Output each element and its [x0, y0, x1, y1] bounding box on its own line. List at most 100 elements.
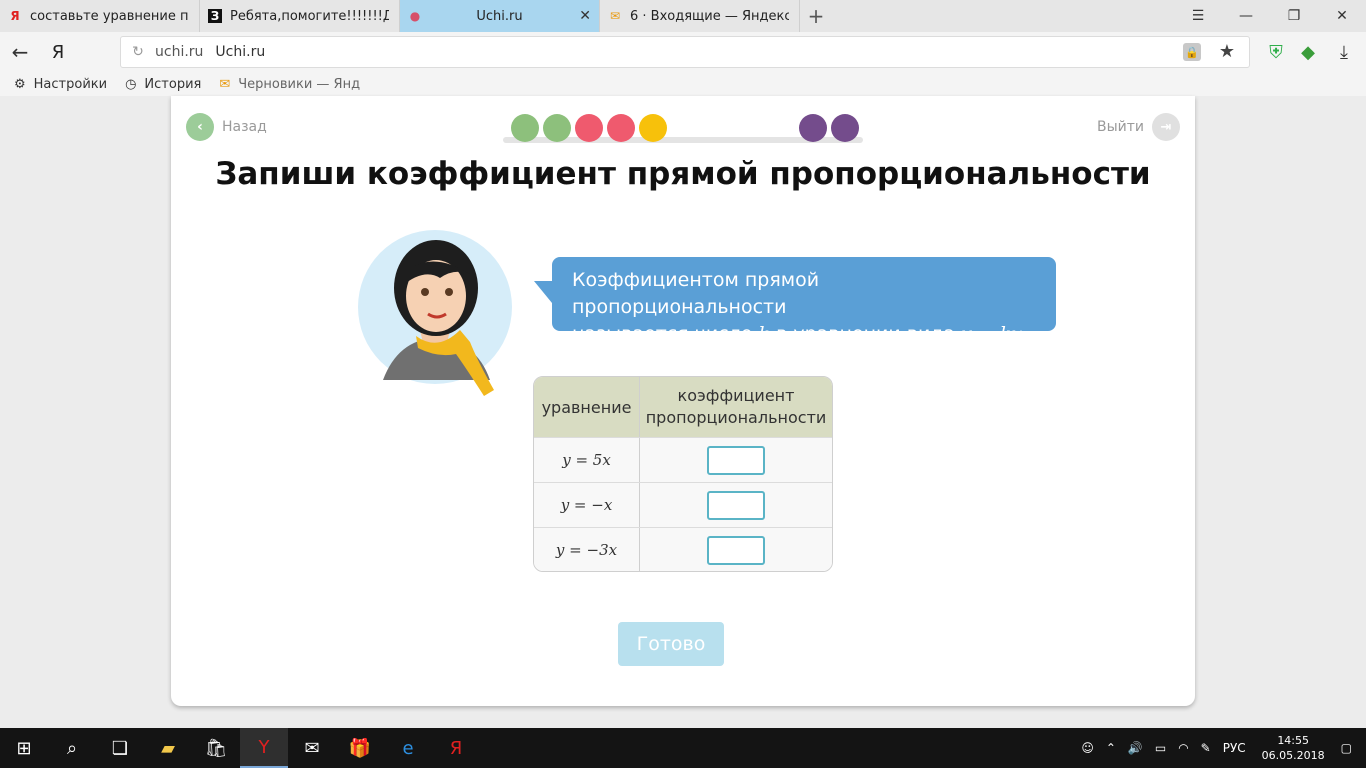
- tab-title: Uchi.ru: [476, 8, 523, 24]
- bubble-text: в уравнении вида: [776, 323, 956, 345]
- tab-4[interactable]: ✉ 6 · Входящие — Яндекс.Поч: [600, 0, 800, 32]
- coefficient-input[interactable]: [707, 445, 765, 475]
- done-button[interactable]: Готово: [618, 622, 724, 666]
- exit-label: Выйти: [1096, 119, 1144, 135]
- back-arrow-icon[interactable]: ←: [0, 32, 40, 72]
- progress-dot: [511, 114, 539, 142]
- gift-icon[interactable]: 🎁: [336, 728, 384, 768]
- file-explorer-icon[interactable]: ▰: [144, 728, 192, 768]
- clock-date: 06.05.2018: [1261, 749, 1325, 762]
- column-header-coefficient: коэффициент пропорциональности: [640, 377, 832, 437]
- column-header-equation: уравнение: [534, 377, 640, 437]
- coefficient-input[interactable]: [707, 490, 765, 520]
- bubble-line-2: называется число k в уравнении вида y = …: [572, 321, 1036, 348]
- progress-dot: [575, 114, 603, 142]
- back-label: Назад: [222, 119, 267, 135]
- tab-bar: Я составьте уравнение прямо З Ребята,пом…: [0, 0, 1366, 32]
- lock-icon[interactable]: 🔒: [1183, 43, 1201, 61]
- people-icon[interactable]: ☺: [1081, 741, 1094, 755]
- clock[interactable]: 14:55 06.05.2018: [1262, 733, 1325, 763]
- yandex-home-icon[interactable]: Я: [40, 32, 76, 72]
- yandex-icon[interactable]: Я: [432, 728, 480, 768]
- equation-cell: y = 5x: [534, 438, 640, 482]
- system-tray: ☺ ⌃ 🔊 ▭ ◠ ✎ РУС 14:55 06.05.2018 ▢: [1075, 728, 1366, 768]
- header-line: коэффициент: [677, 386, 795, 405]
- exit-icon: ⇥: [1152, 113, 1180, 141]
- left-eye: [421, 288, 429, 296]
- download-icon[interactable]: ⤓: [1332, 40, 1356, 64]
- progress-dot: [639, 114, 667, 142]
- bubble-line-1: Коэффициентом прямой пропорциональности: [572, 269, 820, 318]
- battery-icon[interactable]: ▭: [1155, 741, 1166, 755]
- progress-dot: [799, 114, 827, 142]
- tab-3[interactable]: ● Uchi.ru ✕: [400, 0, 600, 32]
- tab-2[interactable]: З Ребята,помогите!!!!!!!ДАЮ 8: [200, 0, 400, 32]
- mail-icon: ✉: [219, 76, 231, 92]
- equation-cell: y = −x: [534, 483, 640, 527]
- window-controls: ☰ — ❐ ✕: [1174, 0, 1366, 32]
- menu-icon[interactable]: ☰: [1174, 0, 1222, 32]
- url-page-title: Uchi.ru: [215, 44, 266, 60]
- coefficient-table: уравнение коэффициент пропорциональности…: [533, 376, 833, 572]
- coefficient-input[interactable]: [707, 535, 765, 565]
- chevron-up-icon[interactable]: ⌃: [1106, 741, 1116, 755]
- language-indicator[interactable]: РУС: [1223, 741, 1246, 755]
- bookmark-history[interactable]: ◷ История: [125, 77, 201, 92]
- teacher-avatar: [358, 230, 512, 396]
- bubble-text: называется число: [572, 323, 753, 345]
- task-view-icon[interactable]: ❏: [96, 728, 144, 768]
- lesson-card: ‹ Назад Выйти ⇥ Запиши коэффициент прямо…: [171, 96, 1195, 706]
- pen-icon[interactable]: ✎: [1201, 741, 1211, 755]
- right-eye: [445, 288, 453, 296]
- volume-icon[interactable]: 🔊: [1128, 741, 1143, 755]
- formula: y = kx: [961, 323, 1023, 345]
- progress-indicator: [503, 112, 863, 146]
- mail-icon[interactable]: ✉: [288, 728, 336, 768]
- bookmark-settings[interactable]: ⚙ Настройки: [14, 77, 107, 92]
- table-row: y = −x: [534, 482, 832, 527]
- equation-cell: y = −3x: [534, 528, 640, 571]
- windows-start-icon[interactable]: ⊞: [0, 728, 48, 768]
- bookmark-star-icon[interactable]: ★: [1219, 41, 1235, 62]
- notifications-icon[interactable]: ▢: [1341, 741, 1352, 755]
- znanija-favicon-icon: З: [208, 9, 222, 23]
- page-title: Запиши коэффициент прямой пропорциональн…: [215, 156, 1151, 192]
- taskbar: ⊞ ⌕ ❏ ▰ 🛍 Y ✉ 🎁 e Я ☺ ⌃ 🔊 ▭ ◠ ✎ РУС 14:5…: [0, 728, 1366, 768]
- gear-icon: ⚙: [14, 76, 26, 92]
- edge-icon[interactable]: e: [384, 728, 432, 768]
- table-header: уравнение коэффициент пропорциональности: [534, 377, 832, 437]
- minimize-icon[interactable]: —: [1222, 0, 1270, 32]
- extension-icon[interactable]: ◆: [1296, 40, 1320, 64]
- chevron-left-icon: ‹: [186, 113, 214, 141]
- shield-icon[interactable]: ⛨: [1264, 40, 1288, 64]
- table-row: y = −3x: [534, 527, 832, 571]
- back-button[interactable]: ‹ Назад: [186, 113, 267, 141]
- yandex-browser-icon[interactable]: Y: [240, 728, 288, 768]
- tab-title: Ребята,помогите!!!!!!!ДАЮ 8: [230, 8, 389, 24]
- wifi-icon[interactable]: ◠: [1178, 741, 1188, 755]
- yandex-favicon-icon: Я: [10, 9, 20, 23]
- close-window-icon[interactable]: ✕: [1318, 0, 1366, 32]
- uchi-favicon-icon: ●: [409, 9, 421, 23]
- bookmark-label: Черновики — Янд: [238, 76, 361, 92]
- bookmark-drafts[interactable]: ✉ Черновики — Янд: [219, 77, 360, 92]
- bookmark-label: Настройки: [33, 76, 108, 92]
- exit-button[interactable]: Выйти ⇥: [1097, 113, 1180, 141]
- tab-1[interactable]: Я составьте уравнение прямо: [0, 0, 200, 32]
- bubble-period: .: [1022, 323, 1029, 345]
- tab-title: 6 · Входящие — Яндекс.Поч: [630, 8, 789, 24]
- search-icon[interactable]: ⌕: [48, 728, 96, 768]
- progress-dot: [543, 114, 571, 142]
- variable-k: k: [758, 323, 771, 345]
- progress-dot: [831, 114, 859, 142]
- definition-bubble: Коэффициентом прямой пропорциональности …: [534, 257, 1056, 345]
- store-icon[interactable]: 🛍: [192, 728, 240, 768]
- mail-favicon-icon: ✉: [609, 9, 621, 23]
- restore-icon[interactable]: ❐: [1270, 0, 1318, 32]
- new-tab-button[interactable]: +: [800, 0, 832, 32]
- url-field[interactable]: ↻ uchi.ru Uchi.ru 🔒 ★: [120, 36, 1250, 68]
- clock-time: 14:55: [1277, 734, 1310, 747]
- reload-icon[interactable]: ↻: [121, 44, 155, 60]
- close-tab-icon[interactable]: ✕: [579, 8, 591, 24]
- bookmarks-bar: ⚙ Настройки ◷ История ✉ Черновики — Янд: [0, 72, 1366, 96]
